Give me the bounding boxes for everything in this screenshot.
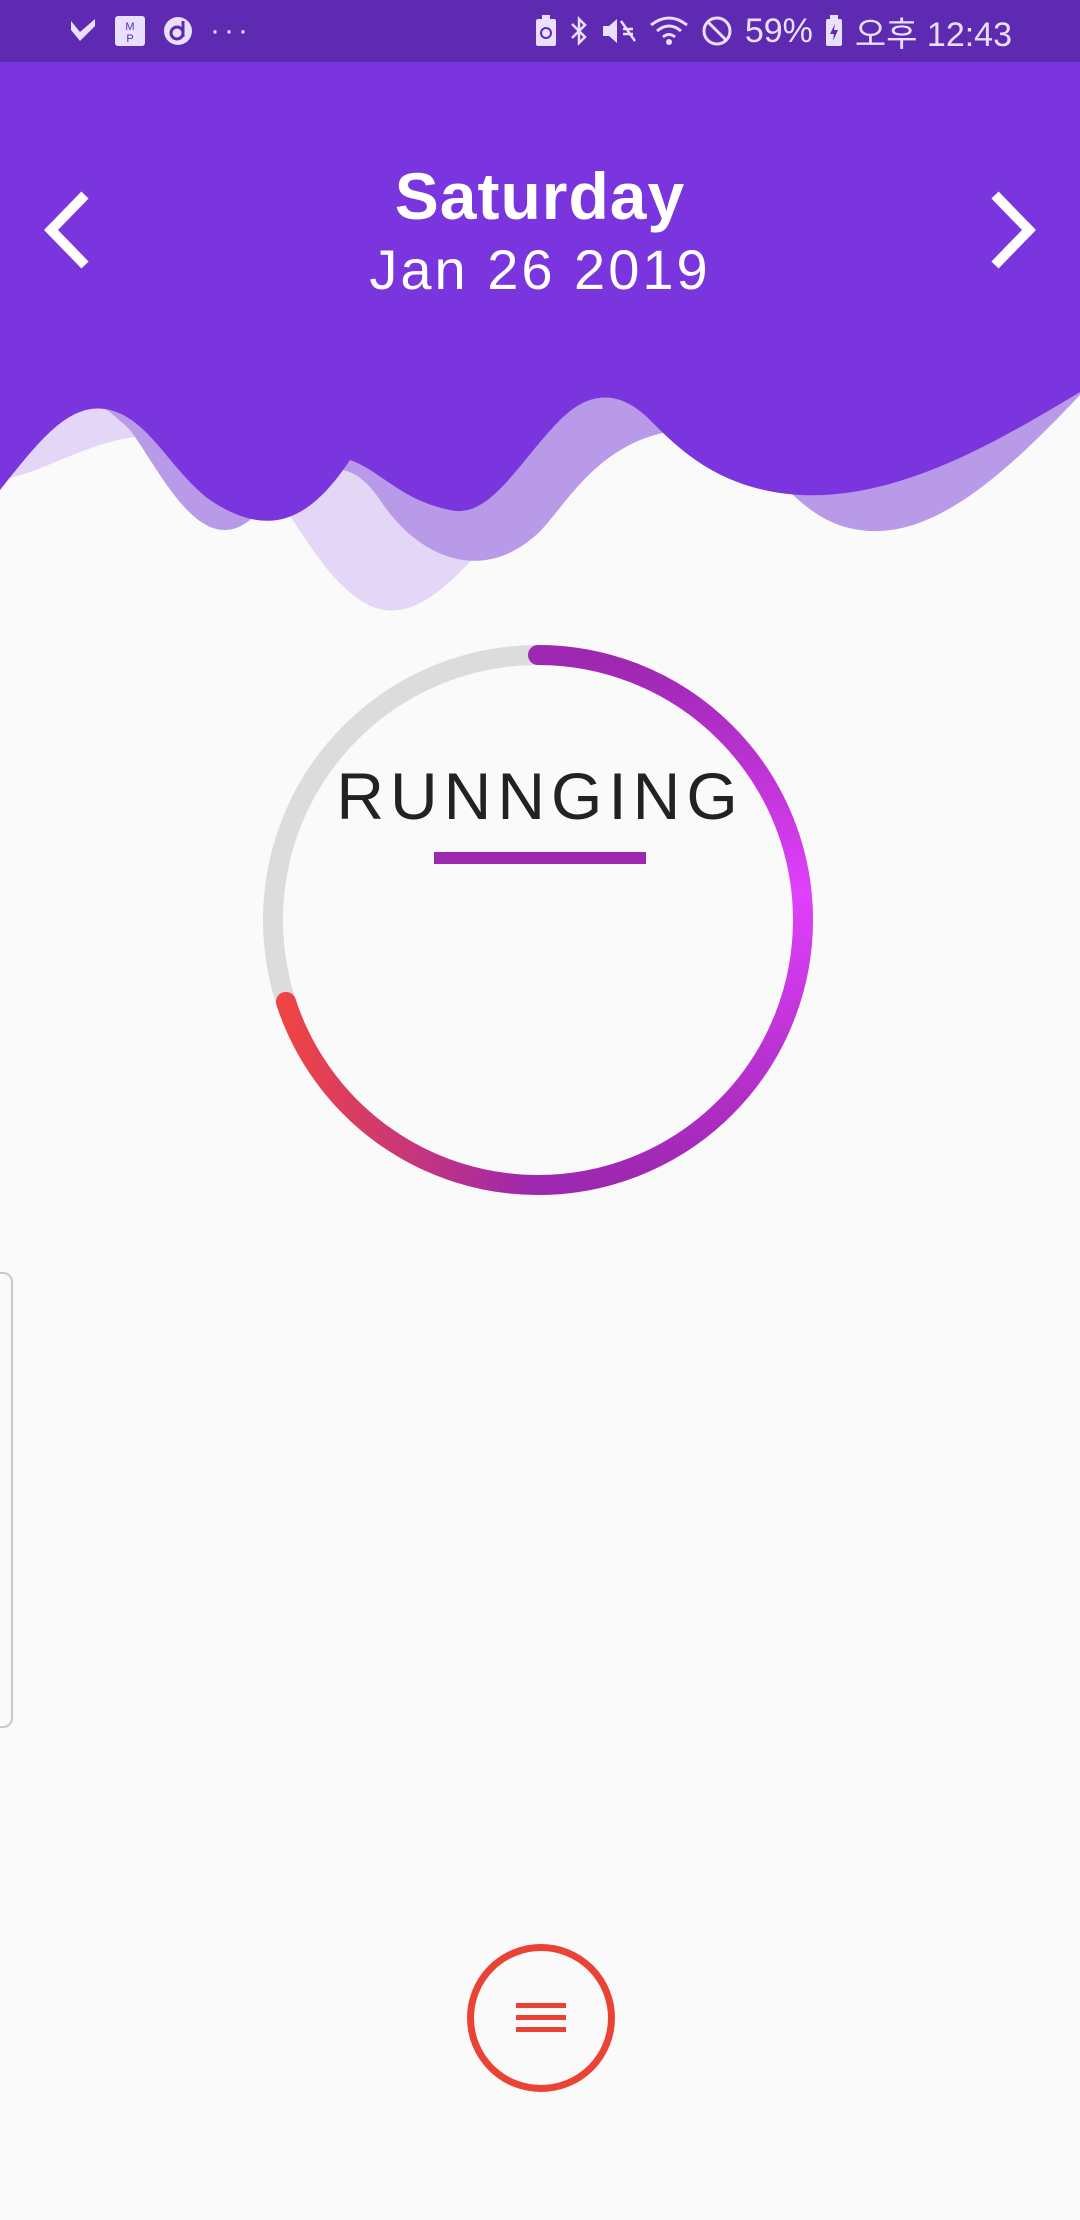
mute-icon	[602, 19, 636, 43]
check-app-icon	[71, 19, 95, 41]
date-subtitle: Jan 26 2019	[369, 238, 711, 301]
dnd-icon	[702, 16, 732, 46]
activity-title-underline	[434, 852, 646, 864]
ring-progress-arc-right	[528, 645, 813, 1195]
status-bar: M P ··· 59% 오후 12:43	[0, 0, 1080, 62]
svg-text:M: M	[125, 21, 134, 33]
menu-icon	[516, 2003, 566, 2032]
edge-panel-handle[interactable]	[0, 1272, 13, 1728]
day-title: Saturday	[394, 159, 686, 233]
activity-title: RUNNGING	[336, 759, 744, 833]
menu-button[interactable]	[467, 1944, 615, 2092]
header-wave-background	[0, 62, 1080, 611]
battery-saver-icon	[535, 15, 556, 46]
activity-progress-ring	[263, 645, 813, 1195]
battery-icon	[825, 15, 842, 46]
more-dots-icon: ···	[210, 14, 252, 47]
svg-text:P: P	[126, 33, 133, 45]
clock: 오후 12:43	[854, 15, 1012, 54]
wifi-icon	[649, 16, 688, 45]
mp-app-icon: M P	[115, 16, 145, 46]
bluetooth-icon	[570, 15, 587, 47]
system-icons: 59% 오후 12:43	[535, 10, 1012, 54]
notification-icons: M P ···	[68, 10, 252, 52]
d-app-icon	[164, 17, 192, 45]
ring-progress-arc-bottom	[275, 991, 548, 1195]
battery-percent: 59%	[744, 11, 813, 50]
